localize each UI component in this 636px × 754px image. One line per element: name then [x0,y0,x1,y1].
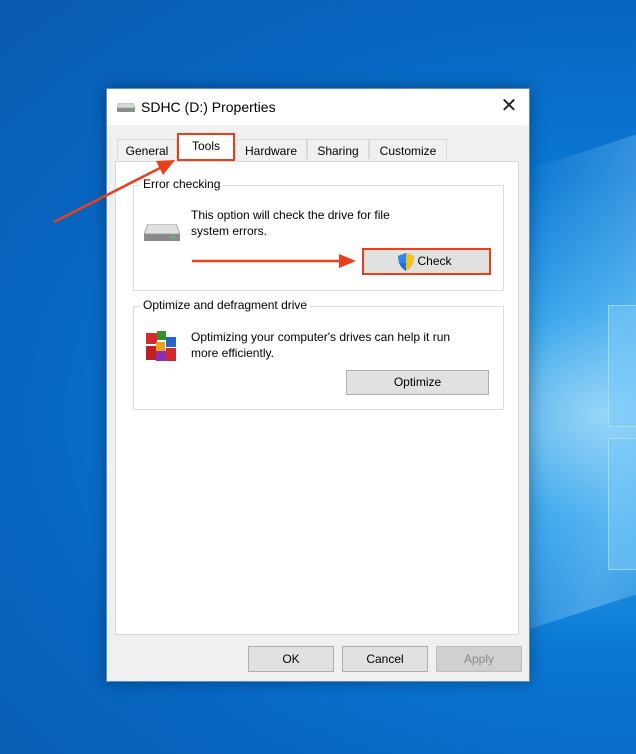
defrag-icon [146,331,176,361]
desktop-logo-pane [608,305,636,427]
uac-shield-icon [398,253,414,271]
title-bar: SDHC (D:) Properties ✕ [107,89,529,125]
ok-button-label: OK [282,652,300,666]
tab-hardware[interactable]: Hardware [235,139,307,159]
error-checking-description: This option will check the drive for fil… [191,207,390,239]
tab-label: Sharing [317,144,359,158]
apply-button: Apply [436,646,522,672]
ok-button[interactable]: OK [248,646,334,672]
description-line: This option will check the drive for fil… [191,208,390,222]
tab-label: Hardware [244,144,298,158]
tools-panel: Error checking This option will check th… [115,161,519,635]
tab-label: Tools [191,139,220,153]
close-icon: ✕ [500,95,518,117]
tab-strip: General Tools Hardware Sharing Customize [117,133,517,161]
tab-label: General [125,144,169,158]
desktop-logo-pane [608,438,636,570]
drive-icon [117,103,135,112]
tab-sharing[interactable]: Sharing [307,139,369,159]
tab-tools[interactable]: Tools [177,133,235,161]
tab-label: Customize [379,144,437,158]
optimize-button[interactable]: Optimize [346,370,489,395]
window-title: SDHC (D:) Properties [141,99,276,115]
error-checking-title: Error checking [140,177,224,191]
optimize-group: Optimize and defragment drive Optimizing… [133,298,504,410]
apply-button-label: Apply [463,652,495,666]
close-button[interactable]: ✕ [497,95,521,119]
description-line: Optimizing your computer's drives can he… [191,330,451,344]
check-button-label: Check [417,254,452,268]
optimize-button-label: Optimize [393,375,442,389]
optimize-title: Optimize and defragment drive [140,298,311,312]
check-button[interactable]: Check [362,248,491,275]
error-checking-group: Error checking This option will check th… [133,177,504,291]
description-line: more efficiently. [191,346,274,360]
cancel-button-label: Cancel [366,652,404,666]
tab-general[interactable]: General [117,139,177,159]
drive-icon [144,224,180,241]
properties-window: SDHC (D:) Properties ✕ General Tools Har… [106,88,530,682]
cancel-button[interactable]: Cancel [342,646,428,672]
tab-customize[interactable]: Customize [369,139,447,159]
description-line: system errors. [191,224,268,238]
optimize-description: Optimizing your computer's drives can he… [191,329,450,361]
